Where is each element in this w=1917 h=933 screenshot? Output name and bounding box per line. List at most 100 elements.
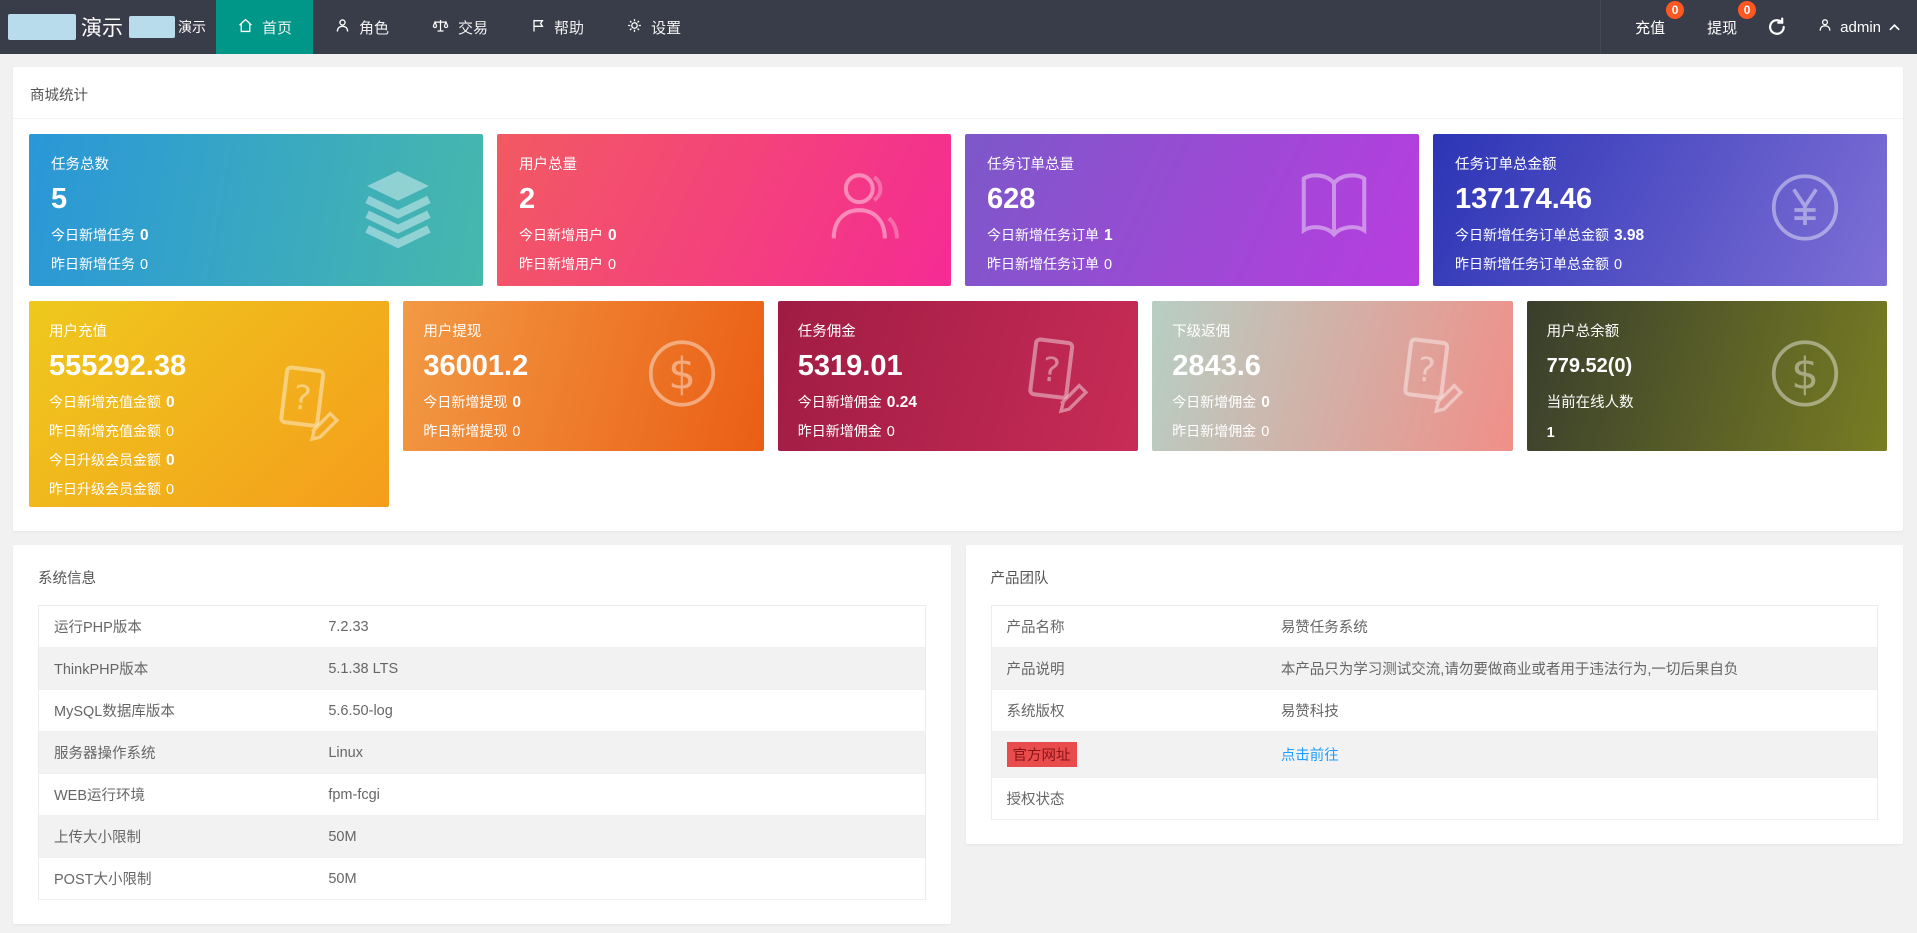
withdraw-badge: 0: [1738, 1, 1756, 19]
survey-icon: ?: [261, 359, 347, 450]
survey-icon: ?: [1385, 331, 1471, 422]
row-label: WEB运行环境: [54, 788, 145, 804]
book-icon: [1291, 165, 1377, 256]
stat-cards-row-2: 用户充值555292.38今日新增充值金额0昨日新增充值金额0今日升级会员金额0…: [29, 301, 1887, 507]
stat-card-user-withdraw: 用户提现36001.2今日新增提现0昨日新增提现0$: [403, 301, 763, 451]
home-icon: [237, 17, 254, 38]
table-row: 上传大小限制 50M: [39, 816, 926, 858]
layers-icon: [355, 165, 441, 256]
navbar-right: 充值0提现0 admin: [1600, 0, 1917, 54]
dollar-circle-icon: $: [642, 334, 722, 419]
row-label: 产品名称: [1007, 620, 1065, 636]
scales-icon: [431, 17, 450, 38]
row-label: POST大小限制: [54, 872, 151, 888]
stat-card-task-commission: 任务佣金5319.01今日新增佣金0.24昨日新增佣金0?: [778, 301, 1138, 451]
nav-item-settings[interactable]: 设置: [605, 0, 702, 54]
dollar-circle-icon: $: [1765, 334, 1845, 419]
system-info-title: 系统信息: [38, 567, 926, 588]
logo: 演示 演示: [0, 0, 206, 54]
stat-card-total-tasks: 任务总数5今日新增任务0昨日新增任务0: [29, 134, 483, 286]
mall-stats-panel: 商城统计 任务总数5今日新增任务0昨日新增任务0用户总量2今日新增用户0昨日新增…: [13, 67, 1903, 531]
survey-icon: ?: [1010, 331, 1096, 422]
table-row: 产品说明本产品只为学习测试交流,请勿要做商业或者用于违法行为,一切后果自负: [991, 648, 1878, 690]
nav-item-label: 帮助: [554, 17, 584, 38]
row-label: MySQL数据库版本: [54, 704, 175, 720]
product-team-title: 产品团队: [991, 567, 1879, 588]
nav-item-trade[interactable]: 交易: [410, 0, 509, 54]
row-label: ThinkPHP版本: [54, 662, 148, 678]
user-icon: [1817, 17, 1833, 37]
nav-item-label: 设置: [651, 17, 681, 38]
stat-card-label: 用户充值: [49, 320, 369, 341]
stat-card-subline: 昨日新增佣金0: [798, 421, 1118, 441]
table-row: POST大小限制 50M: [39, 858, 926, 900]
stat-card-subline: 昨日新增任务订单总金额0: [1455, 254, 1865, 274]
system-info-table: 运行PHP版本7.2.33ThinkPHP版本5.1.38 LTSMySQL数据…: [38, 605, 926, 900]
main-menu: 首页 角色 交易 帮助 设置: [216, 0, 702, 54]
stat-card-subline: 昨日新增提现0: [423, 421, 743, 441]
svg-text:?: ?: [1414, 349, 1436, 390]
row-label: 授权状态: [1007, 792, 1065, 808]
table-row: ThinkPHP版本5.1.38 LTS: [39, 648, 926, 690]
withdraw-label: 提现: [1707, 20, 1737, 37]
product-team-panel: 产品团队 产品名称 易赞任务系统产品说明本产品只为学习测试交流,请勿要做商业或者用…: [966, 545, 1904, 844]
row-value: 50M: [328, 829, 356, 845]
logo-censored-block-2: [129, 16, 175, 38]
table-row: 产品名称 易赞任务系统: [991, 606, 1878, 648]
stat-card-subline: 昨日新增用户0: [519, 254, 929, 274]
svg-text:$: $: [668, 349, 696, 400]
recharge-button[interactable]: 充值0: [1635, 17, 1665, 38]
row-value: 易赞任务系统: [1281, 620, 1368, 636]
stat-card-subline: 昨日新增任务订单0: [987, 254, 1397, 274]
bottom-panels: 系统信息 运行PHP版本7.2.33ThinkPHP版本5.1.38 LTSMy…: [13, 545, 1903, 924]
stat-card-subline: 昨日升级会员金额0: [49, 479, 369, 499]
row-value: 易赞科技: [1281, 704, 1339, 720]
nav-item-label: 交易: [458, 17, 488, 38]
page-content: 商城统计 任务总数5今日新增任务0昨日新增任务0用户总量2今日新增用户0昨日新增…: [0, 54, 1917, 924]
nav-item-label: 首页: [262, 17, 292, 38]
stat-card-subline: 昨日新增佣金0: [1172, 421, 1492, 441]
stat-card-user-recharge: 用户充值555292.38今日新增充值金额0昨日新增充值金额0今日升级会员金额0…: [29, 301, 389, 507]
svg-text:$: $: [1791, 349, 1819, 400]
stat-card-sub-rebate: 下级返佣2843.6今日新增佣金0昨日新增佣金0?: [1152, 301, 1512, 451]
product-team-table: 产品名称 易赞任务系统产品说明本产品只为学习测试交流,请勿要做商业或者用于违法行为…: [991, 605, 1879, 820]
stat-card-subline: 今日升级会员金额0: [49, 450, 369, 470]
gear-icon: [626, 17, 643, 38]
row-value: Linux: [328, 745, 363, 761]
table-row: 系统版权 易赞科技: [991, 690, 1878, 732]
yen-circle-icon: [1765, 168, 1845, 253]
official-site-mark: 官方网址: [1007, 742, 1077, 767]
user-icon: [823, 165, 909, 256]
table-row: WEB运行环境 fpm-fcgi: [39, 774, 926, 816]
row-label: 系统版权: [1007, 704, 1065, 720]
flag-icon: [530, 17, 546, 38]
person-icon: [334, 17, 351, 38]
recharge-label: 充值: [1635, 20, 1665, 37]
nav-item-label: 角色: [359, 17, 389, 38]
row-label: 上传大小限制: [54, 830, 141, 846]
nav-item-home[interactable]: 首页: [216, 0, 313, 54]
stat-card-total-users: 用户总量2今日新增用户0昨日新增用户0: [497, 134, 951, 286]
row-label: 服务器操作系统: [54, 746, 156, 762]
row-label: 产品说明: [1007, 662, 1065, 678]
withdraw-button[interactable]: 提现0: [1707, 17, 1737, 38]
stat-cards-row-1: 任务总数5今日新增任务0昨日新增任务0用户总量2今日新增用户0昨日新增用户0任务…: [29, 134, 1887, 286]
navbar-actions: 充值0 提现0: [1635, 17, 1737, 38]
top-navbar: 演示 演示 首页角色交易帮助设置 充值0提现0 admin: [0, 0, 1917, 54]
logo-text-small: 演示: [178, 17, 206, 37]
refresh-icon[interactable]: [1767, 17, 1787, 37]
row-value: 50M: [328, 871, 356, 887]
go-to-link[interactable]: 点击前往: [1281, 748, 1339, 764]
stat-card-subline: 1: [1547, 425, 1867, 441]
table-row: 官方网址 点击前往: [991, 732, 1878, 778]
logo-text: 演示: [81, 12, 123, 42]
nav-item-help[interactable]: 帮助: [509, 0, 605, 54]
stat-card-subline: 昨日新增任务0: [51, 254, 461, 274]
nav-item-roles[interactable]: 角色: [313, 0, 410, 54]
stat-card-total-task-orders: 任务订单总量628今日新增任务订单1昨日新增任务订单0: [965, 134, 1419, 286]
user-menu[interactable]: admin: [1817, 17, 1901, 37]
stat-card-user-total-balance: 用户总余额779.52(0)当前在线人数1$: [1527, 301, 1887, 451]
row-value: fpm-fcgi: [328, 787, 380, 803]
svg-text:?: ?: [1040, 349, 1062, 390]
stat-card-task-order-amount: 任务订单总金额137174.46今日新增任务订单总金额3.98昨日新增任务订单总…: [1433, 134, 1887, 286]
